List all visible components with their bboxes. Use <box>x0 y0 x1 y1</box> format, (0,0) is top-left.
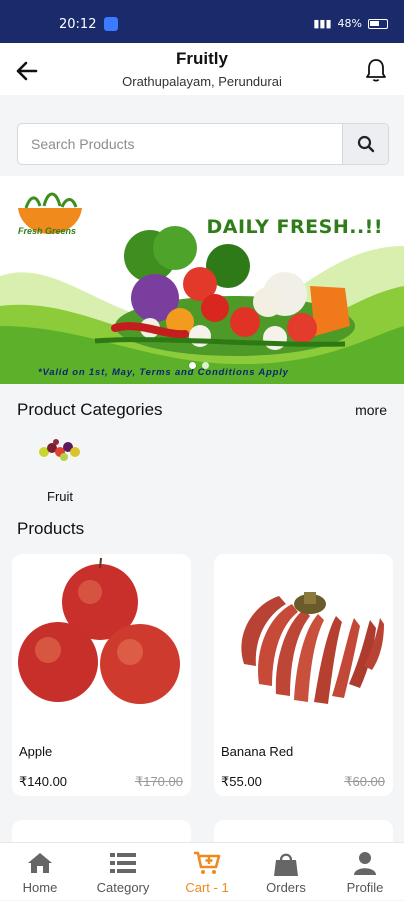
nav-label: Orders <box>266 880 306 895</box>
bag-icon <box>274 853 298 876</box>
product-original-price: ₹60.00 <box>344 774 385 789</box>
search-input[interactable] <box>18 124 343 164</box>
list-icon <box>110 853 136 873</box>
search-bar <box>17 123 389 165</box>
apple-image <box>18 557 180 704</box>
promo-banner[interactable]: Fresh Greens DAILY FRESH..!! *Valid on 1… <box>0 176 404 384</box>
nav-orders[interactable]: Orders <box>246 843 326 901</box>
nav-label: Profile <box>346 880 384 895</box>
status-bar: 20:12 ▮▮▮ 48% <box>0 0 404 43</box>
categories-heading: Product Categories <box>17 400 163 419</box>
banner-brand-text: Fresh Greens <box>18 226 77 236</box>
battery-icon <box>368 18 388 29</box>
notification-bell-icon[interactable] <box>364 57 388 83</box>
search-icon <box>357 135 374 153</box>
cart-icon <box>194 851 221 874</box>
nav-label: Cart - 1 <box>185 880 229 895</box>
category-label: Fruit <box>47 489 73 504</box>
product-name: Banana Red <box>221 744 294 759</box>
user-icon <box>354 852 376 875</box>
product-name: Apple <box>19 744 53 759</box>
banner-headline: DAILY FRESH..!! <box>206 216 383 238</box>
category-item-fruit[interactable]: Fruit <box>34 434 86 504</box>
battery-percent: 48% <box>337 17 362 30</box>
fruit-category-icon <box>39 439 80 461</box>
banner-graphic <box>0 192 404 384</box>
nav-cart[interactable]: Cart - 1 <box>167 843 247 901</box>
carousel-dot[interactable] <box>202 362 209 369</box>
location-subtitle[interactable]: Orathupalayam, Perundurai <box>0 74 404 89</box>
product-price: ₹140.00 <box>19 774 68 789</box>
signal-icon: ▮▮▮ <box>313 17 332 30</box>
app-header: Fruitly Orathupalayam, Perundurai <box>0 43 404 95</box>
banana-image <box>241 592 384 704</box>
status-time: 20:12 <box>59 17 97 32</box>
product-price: ₹55.00 <box>221 774 262 789</box>
search-button[interactable] <box>342 124 388 164</box>
carousel-dot-active[interactable] <box>189 362 196 369</box>
nav-home[interactable]: Home <box>0 843 80 901</box>
notification-icon <box>104 17 118 31</box>
product-original-price: ₹170.00 <box>134 774 183 789</box>
nav-label: Category <box>96 880 150 895</box>
product-card-apple[interactable]: Apple ₹140.00 ₹170.00 <box>12 554 191 796</box>
nav-label: Home <box>22 880 58 895</box>
bottom-navigation: Home Category Cart - 1 Orders Profile <box>0 842 404 900</box>
nav-category[interactable]: Category <box>83 843 163 901</box>
product-card-banana-red[interactable]: Banana Red ₹55.00 ₹60.00 <box>214 554 393 796</box>
home-icon <box>28 853 52 873</box>
page-title: Fruitly <box>176 49 228 68</box>
nav-profile[interactable]: Profile <box>325 843 404 901</box>
status-icons: ▮▮▮ 48% <box>313 17 388 30</box>
products-heading: Products <box>17 519 85 538</box>
banner-terms-text: *Valid on 1st, May, Terms and Conditions… <box>38 367 289 378</box>
carousel-indicator[interactable] <box>189 362 209 369</box>
categories-more-link[interactable]: more <box>355 402 387 418</box>
